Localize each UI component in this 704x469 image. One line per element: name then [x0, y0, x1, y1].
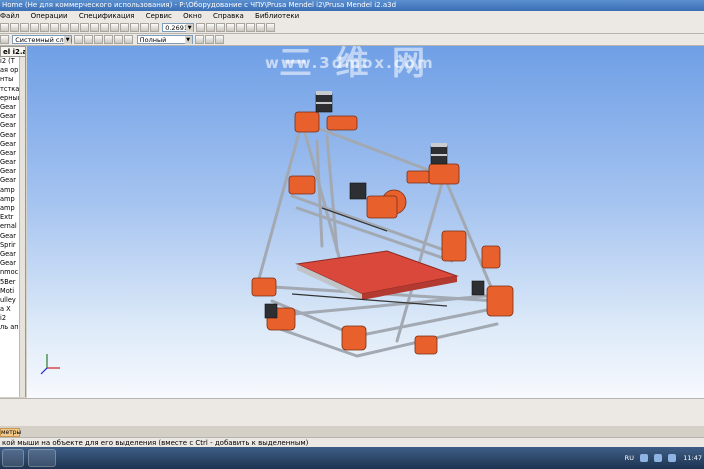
language-indicator[interactable]: RU — [625, 454, 634, 462]
paste-icon[interactable] — [60, 23, 69, 32]
copy-icon[interactable] — [50, 23, 59, 32]
redo-icon[interactable] — [80, 23, 89, 32]
coords-icon[interactable] — [114, 35, 124, 44]
scale-dropdown-icon[interactable]: ▼ — [186, 24, 194, 32]
menu-service[interactable]: Сервис — [146, 12, 172, 20]
cut-icon[interactable] — [40, 23, 49, 32]
section-icon[interactable] — [266, 23, 276, 32]
menu-specification[interactable]: Спецификация — [79, 12, 135, 20]
standard-toolbar: 0.2691 ▼ — [0, 22, 704, 34]
properties-panel — [0, 398, 704, 426]
save-icon[interactable] — [20, 23, 29, 32]
taskbar: RU 11:47 — [0, 447, 704, 469]
print-bed — [295, 250, 459, 295]
network-icon[interactable] — [640, 454, 649, 462]
refresh-icon[interactable] — [110, 23, 119, 32]
grid-icon[interactable] — [94, 35, 104, 44]
3d-viewport[interactable]: 三 维 网 www.3dmox.com — [27, 46, 704, 398]
printer-model[interactable] — [27, 46, 704, 398]
volume-icon[interactable] — [654, 454, 663, 462]
current-state-icon[interactable] — [0, 35, 9, 44]
frame-brackets — [251, 111, 514, 355]
view-mode-value: Полный — [139, 36, 167, 44]
print-icon[interactable] — [30, 23, 39, 32]
menu-help[interactable]: Справка — [213, 12, 244, 20]
start-button[interactable] — [2, 449, 24, 467]
color-icon[interactable] — [84, 35, 94, 44]
scale-field[interactable]: 0.2691 ▼ — [162, 23, 195, 32]
system-tray: RU 11:47 — [620, 447, 702, 469]
window-title: Home (Не для коммерческого использования… — [0, 0, 704, 11]
tree-scrollbar[interactable] — [19, 57, 25, 397]
snap-icon[interactable] — [104, 35, 114, 44]
document-tab[interactable]: el i2.a3d — [0, 46, 26, 57]
view-mode-combo[interactable]: Полный ▼ — [136, 35, 193, 44]
fit-view-icon[interactable] — [226, 23, 236, 32]
menu-window[interactable]: Окно — [183, 12, 202, 20]
menu-bar: Файл Операции Спецификация Сервис Окно С… — [0, 11, 704, 22]
layer-combo[interactable]: Системный слой ▼ — [12, 35, 73, 44]
flag-icon[interactable] — [668, 454, 677, 462]
help-icon[interactable] — [120, 23, 129, 32]
select-icon[interactable] — [204, 35, 214, 44]
status-bar: кой мыши на объекте для его выделения (в… — [0, 437, 704, 447]
properties-icon[interactable] — [90, 23, 99, 32]
library-icon[interactable] — [100, 23, 109, 32]
measure-icon[interactable] — [214, 35, 224, 44]
undo-icon[interactable] — [70, 23, 79, 32]
pan-icon[interactable] — [196, 23, 206, 32]
new-file-icon[interactable] — [0, 23, 9, 32]
clock[interactable]: 11:47 — [683, 454, 702, 462]
zoom-in-icon[interactable] — [130, 23, 139, 32]
scale-value: 0.2691 — [165, 24, 188, 32]
axis-triad-icon — [40, 354, 60, 375]
rotate-icon[interactable] — [206, 23, 216, 32]
zoom-out-icon[interactable] — [140, 23, 149, 32]
properties-toolbar: Системный слой ▼ Полный ▼ — [0, 34, 704, 46]
layer-settings-icon[interactable] — [74, 35, 84, 44]
menu-libraries[interactable]: Библиотеки — [255, 12, 299, 20]
orientation-icon[interactable] — [216, 23, 226, 32]
shading-icon[interactable] — [236, 23, 246, 32]
perspective-icon[interactable] — [256, 23, 266, 32]
zoom-window-icon[interactable] — [150, 23, 159, 32]
wireframe-icon[interactable] — [246, 23, 256, 32]
taskbar-app-icon[interactable] — [28, 449, 56, 467]
model-tree: i2 (Т ая ор нты тстка ерный Gear Gear Ge… — [0, 57, 26, 397]
ortho-icon[interactable] — [124, 35, 134, 44]
filter-icon[interactable] — [194, 35, 204, 44]
menu-operations[interactable]: Операции — [31, 12, 68, 20]
open-file-icon[interactable] — [10, 23, 19, 32]
params-tab[interactable]: метры — [0, 428, 21, 437]
layer-dropdown-icon[interactable]: ▼ — [64, 36, 72, 44]
menu-file[interactable]: Файл — [0, 12, 19, 20]
view-mode-dropdown-icon[interactable]: ▼ — [184, 36, 192, 44]
